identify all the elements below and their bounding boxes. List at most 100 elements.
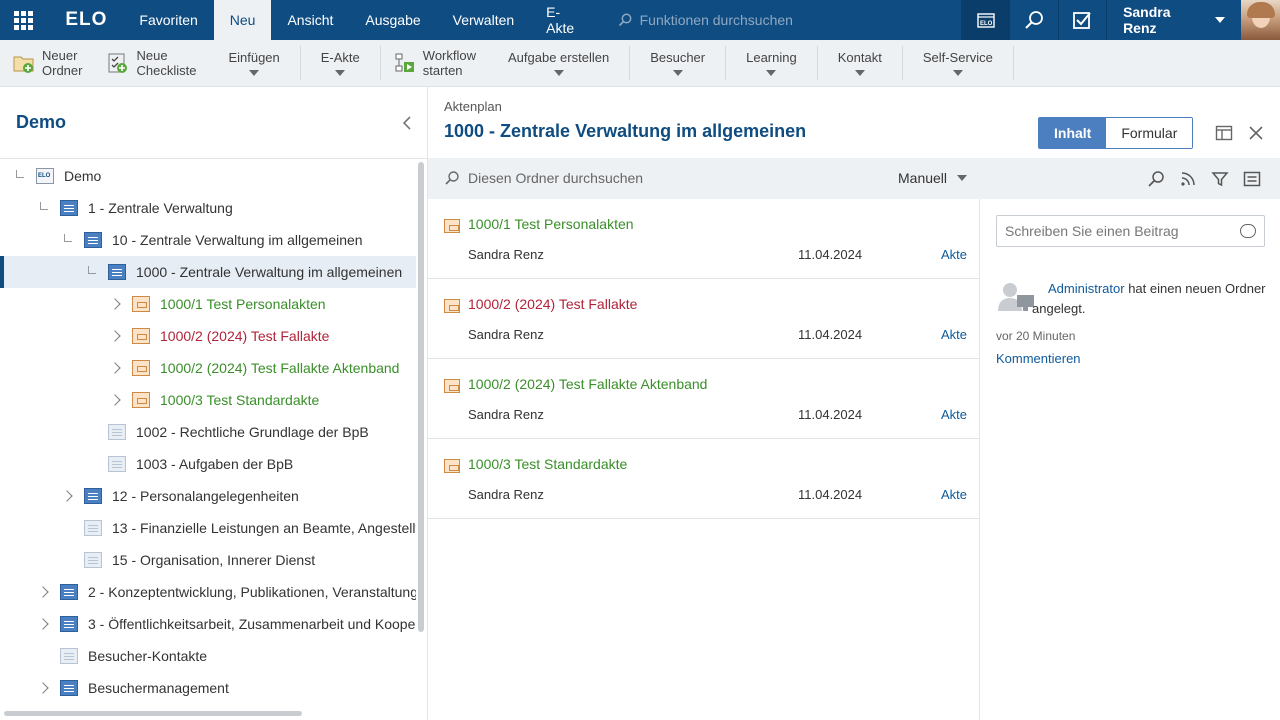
expand-chevron-icon[interactable]: [108, 392, 124, 408]
layout-icon[interactable]: [1215, 124, 1233, 142]
list-item[interactable]: 1000/1 Test Personalakten Sandra Renz 11.0…: [428, 199, 979, 279]
tree-node-label: 12 - Personalangelegenheiten: [112, 488, 299, 504]
folder-search-input[interactable]: Diesen Ordner durchsuchen: [444, 170, 643, 186]
event-user-link[interactable]: Administrator: [1048, 281, 1125, 296]
learning-dropdown[interactable]: Learning: [726, 40, 817, 87]
e-akte-label: E-Akte: [320, 50, 360, 65]
tree-node[interactable]: Besuchermanagement: [0, 672, 416, 704]
close-icon[interactable]: [1247, 124, 1265, 142]
tree-horizontal-scrollbar[interactable]: [4, 711, 302, 716]
event-text: Administrator hat einen neuen Ordner ang…: [1032, 279, 1268, 319]
tasks-button[interactable]: [1057, 0, 1106, 40]
folder-content-list: 1000/1 Test Personalakten Sandra Renz 11.0…: [428, 199, 979, 519]
post-placeholder: Schreiben Sie einen Beitrag: [1005, 223, 1179, 239]
tree-node[interactable]: 2 - Konzeptentwicklung, Publikationen, V…: [0, 576, 416, 608]
tree-node[interactable]: 10 - Zentrale Verwaltung im allgemeinen: [0, 224, 416, 256]
insert-label: Einfügen: [228, 50, 280, 65]
tree-node[interactable]: 3 - Öffentlichkeitsarbeit, Zusammenarbei…: [0, 608, 416, 640]
archive-button[interactable]: ELO: [960, 0, 1010, 40]
folder-toolbar: Diesen Ordner durchsuchen Manuell: [428, 158, 1280, 199]
akte-icon: [132, 296, 150, 312]
expand-chevron-icon[interactable]: [108, 328, 124, 344]
list-item[interactable]: 1000/2 (2024) Test Fallakte Aktenband San…: [428, 359, 979, 439]
view-switch: Inhalt Formular: [1038, 117, 1194, 149]
item-name[interactable]: 1000/3 Test Standardakte: [468, 456, 627, 472]
tree-node[interactable]: 1002 - Rechtliche Grundlage der BpB: [0, 416, 416, 448]
visitors-label: Besucher: [650, 50, 706, 65]
expand-chevron-icon[interactable]: [36, 584, 52, 600]
expanded-indicator-icon[interactable]: [60, 232, 76, 248]
new-folder-button[interactable]: Neuer Ordner: [0, 40, 94, 87]
expand-chevron-icon[interactable]: [36, 680, 52, 696]
new-checklist-button[interactable]: Neue Checkliste: [94, 40, 208, 87]
search-button[interactable]: [1009, 0, 1057, 40]
post-input[interactable]: Schreiben Sie einen Beitrag: [996, 215, 1265, 247]
app-launcher-button[interactable]: [0, 0, 47, 40]
tree-vertical-scrollbar[interactable]: [418, 162, 424, 632]
expand-chevron-icon[interactable]: [36, 616, 52, 632]
item-name[interactable]: 1000/2 (2024) Test Fallakte Aktenband: [468, 376, 707, 392]
tree-node[interactable]: 1003 - Aufgaben der BpB: [0, 448, 416, 480]
tree-node[interactable]: 15 - Organisation, Innerer Dienst: [0, 544, 416, 576]
tree-node[interactable]: 1000/1 Test Personalakten: [0, 288, 416, 320]
tab-formular[interactable]: Formular: [1106, 118, 1193, 148]
self-service-dropdown[interactable]: Self-Service: [903, 40, 1013, 87]
tree-node[interactable]: 1 - Zentrale Verwaltung: [0, 192, 416, 224]
tree-node[interactable]: 1000/2 (2024) Test Fallakte Aktenband: [0, 352, 416, 384]
tree-node[interactable]: 1000 - Zentrale Verwaltung im allgemeine…: [0, 256, 416, 288]
user-menu[interactable]: Sandra Renz: [1106, 0, 1240, 40]
tree-node-label: 15 - Organisation, Innerer Dienst: [112, 552, 316, 568]
details-panel-icon[interactable]: [1243, 170, 1261, 188]
comment-link[interactable]: Kommentieren: [996, 351, 1081, 366]
folder-blue-icon: [60, 680, 78, 696]
comment-bubble-icon: [1240, 224, 1256, 238]
tree-node[interactable]: Besucher-Kontakte: [0, 640, 416, 672]
folder-blue-icon: [84, 488, 102, 504]
tree-node[interactable]: 12 - Personalangelegenheiten: [0, 480, 416, 512]
list-item[interactable]: 1000/3 Test Standardakte Sandra Renz 11.04…: [428, 439, 979, 519]
expanded-indicator-icon[interactable]: [12, 168, 28, 184]
tree-node[interactable]: 1000/3 Test Standardakte: [0, 384, 416, 416]
contact-dropdown[interactable]: Kontakt: [818, 40, 902, 87]
caret-down-icon: [335, 70, 346, 76]
expand-chevron-icon[interactable]: [108, 296, 124, 312]
user-avatar[interactable]: [1240, 0, 1280, 40]
tree-node-label: 1003 - Aufgaben der BpB: [136, 456, 294, 472]
expand-chevron-icon[interactable]: [108, 360, 124, 376]
nav-ausgabe[interactable]: Ausgabe: [349, 0, 436, 40]
tree-node[interactable]: Demo: [0, 160, 416, 192]
search-icon[interactable]: [1147, 170, 1165, 188]
visitors-dropdown[interactable]: Besucher: [630, 40, 725, 87]
caret-down-icon: [952, 70, 963, 76]
item-name[interactable]: 1000/1 Test Personalakten: [468, 216, 634, 232]
expanded-indicator-icon[interactable]: [36, 200, 52, 216]
nav-neu[interactable]: Neu: [213, 0, 272, 40]
tree-node[interactable]: 1000/2 (2024) Test Fallakte: [0, 320, 416, 352]
nav-verwalten[interactable]: Verwalten: [437, 0, 530, 40]
breadcrumb[interactable]: Aktenplan: [444, 99, 502, 114]
start-workflow-button[interactable]: Workflow starten: [381, 40, 488, 87]
nav-ansicht[interactable]: Ansicht: [271, 0, 349, 40]
item-date: 11.04.2024: [798, 247, 863, 262]
item-name[interactable]: 1000/2 (2024) Test Fallakte: [468, 296, 637, 312]
tree-node[interactable]: 13 - Finanzielle Leistungen an Beamte, A…: [0, 512, 416, 544]
sort-dropdown[interactable]: Manuell: [898, 170, 968, 186]
nav-e-akte[interactable]: E-Akte: [530, 0, 603, 40]
nav-favoriten[interactable]: Favoriten: [123, 0, 213, 40]
tab-inhalt[interactable]: Inhalt: [1039, 118, 1107, 148]
tree-node-label: 1000 - Zentrale Verwaltung im allgemeine…: [136, 264, 403, 280]
list-item[interactable]: 1000/2 (2024) Test Fallakte Sandra Renz 11…: [428, 279, 979, 359]
function-search-input[interactable]: Funktionen durchsuchen: [618, 12, 961, 28]
e-akte-dropdown[interactable]: E-Akte: [301, 40, 380, 87]
create-task-dropdown[interactable]: Aufgabe erstellen: [488, 40, 629, 87]
tree-node-label: 1000/2 (2024) Test Fallakte Aktenband: [160, 360, 400, 376]
feed-icon[interactable]: [1179, 170, 1197, 188]
folder-blue-icon: [108, 264, 126, 280]
insert-dropdown[interactable]: Einfügen: [208, 40, 299, 87]
svg-text:ELO: ELO: [980, 21, 993, 27]
filter-icon[interactable]: [1211, 170, 1229, 188]
collapse-panel-icon[interactable]: [401, 115, 413, 130]
expand-chevron-icon[interactable]: [60, 488, 76, 504]
expanded-indicator-icon[interactable]: [84, 264, 100, 280]
tree-node-label: 10 - Zentrale Verwaltung im allgemeinen: [112, 232, 363, 248]
